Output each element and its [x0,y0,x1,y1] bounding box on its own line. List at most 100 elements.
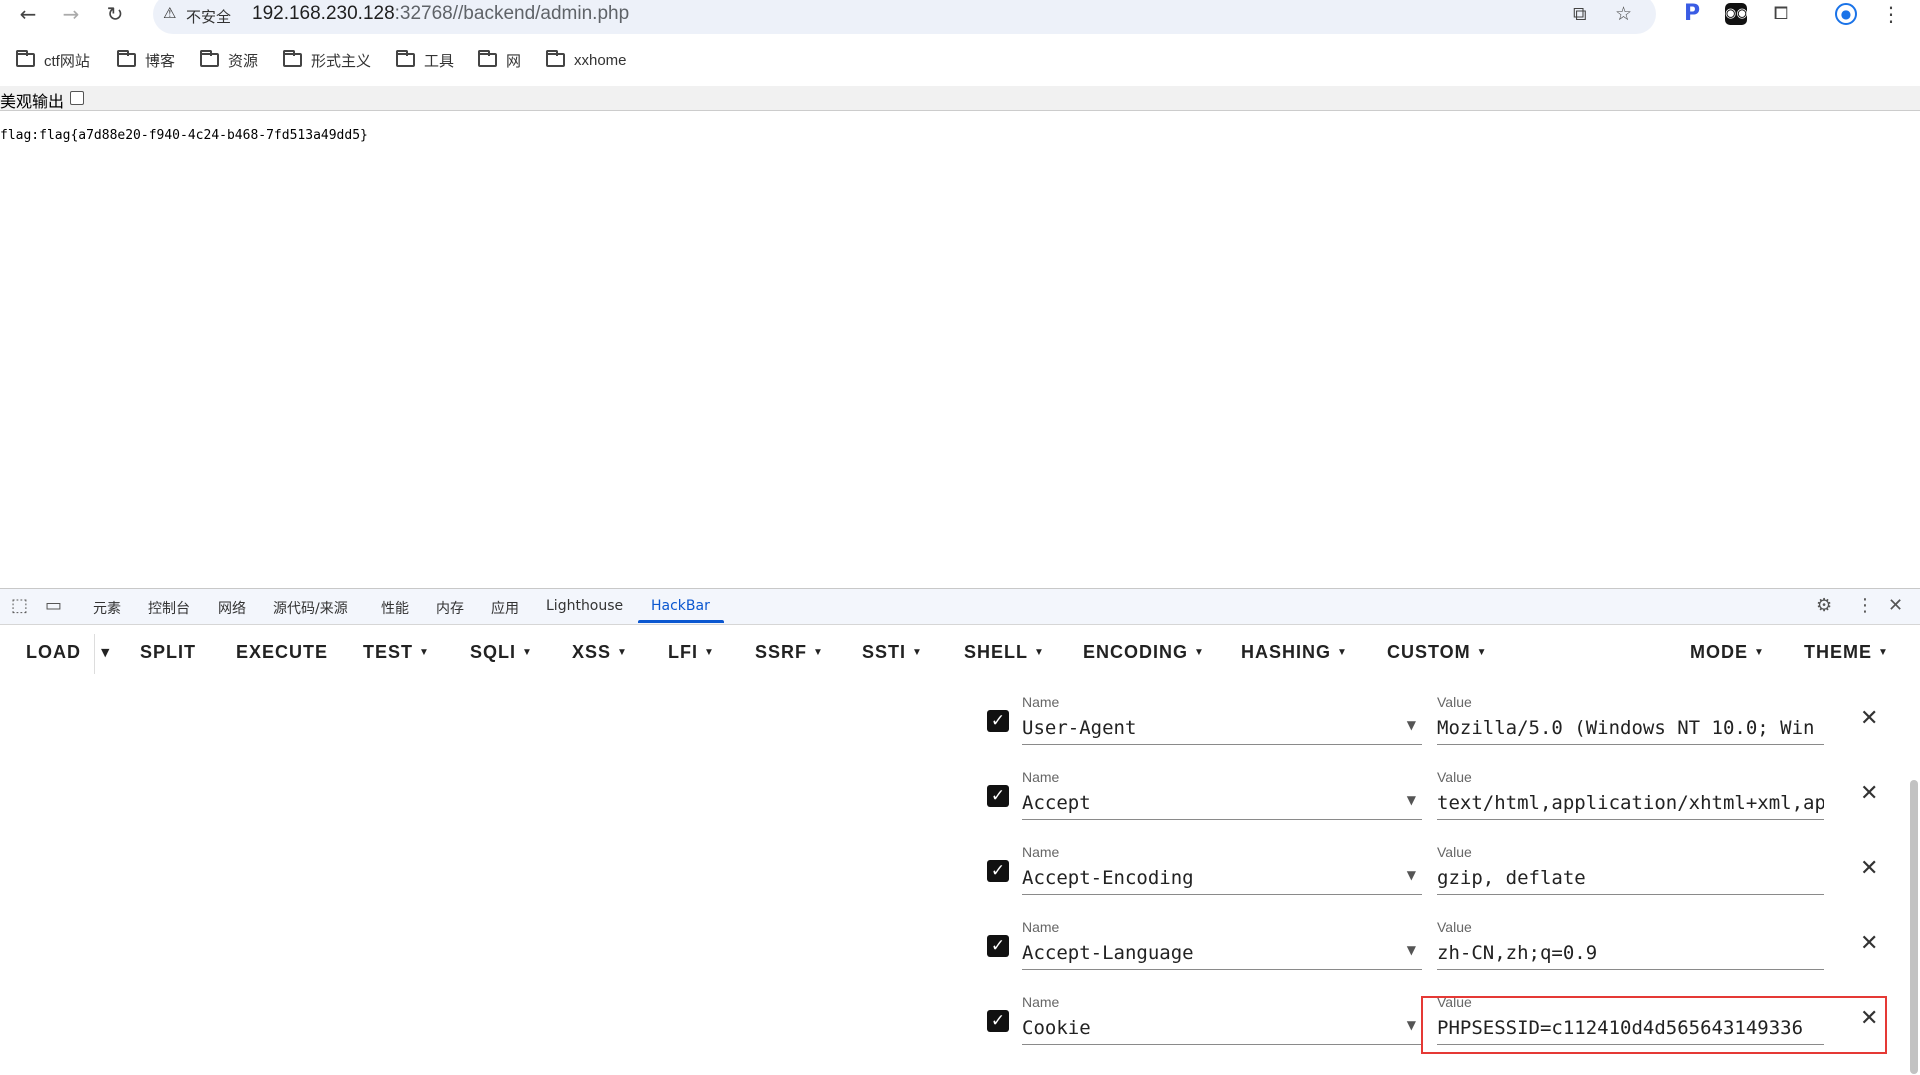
pretty-output-checkbox[interactable] [70,91,84,105]
xss-menu-button[interactable]: XSS ▼ [572,642,628,663]
header-name-value: User-Agent [1022,717,1137,739]
caret-down-icon: ▼ [1034,647,1045,658]
caret-down-icon: ▼ [1194,647,1205,658]
header-name-value: Accept [1022,792,1091,814]
bookmark-folder[interactable]: 博客 [117,49,175,71]
caret-down-icon: ▼ [813,647,824,658]
caret-down-icon: ▼ [1337,647,1348,658]
header-name-value: Accept-Language [1022,942,1194,964]
caret-down-icon: ▼ [1754,647,1765,658]
dropdown-arrow-icon[interactable]: ▼ [1407,793,1416,807]
bookmark-folder[interactable]: 资源 [200,49,258,71]
tab-sources[interactable]: 源代码/来源 [273,598,348,618]
folder-icon [396,50,415,67]
tab-network[interactable]: 网络 [218,598,246,618]
url-text[interactable]: 192.168.230.128:32768//backend/admin.php [252,3,629,25]
profile-icon[interactable]: ● [1835,3,1857,25]
dropdown-arrow-icon[interactable]: ▼ [1407,718,1416,732]
header-enabled-checkbox[interactable]: ✓ [987,935,1009,957]
tab-lighthouse[interactable]: Lighthouse [546,598,623,614]
tab-console[interactable]: 控制台 [148,598,190,618]
bookmark-folder[interactable]: 工具 [396,49,454,71]
mode-menu-button[interactable]: MODE ▼ [1690,642,1765,663]
browser-toolbar: ← → ↻ ⚠ 不安全 192.168.230.128:32768//backe… [0,0,1920,34]
remove-header-icon[interactable]: ✕ [1860,706,1878,731]
tab-application[interactable]: 应用 [491,598,519,618]
hashing-menu-button[interactable]: HASHING ▼ [1241,642,1348,663]
load-button[interactable]: LOAD [26,642,81,663]
security-label[interactable]: 不安全 [186,6,231,27]
back-icon[interactable]: ← [16,2,40,26]
sqli-menu-button[interactable]: SQLI ▼ [470,642,533,663]
bookmark-folder[interactable]: xxhome [546,49,627,71]
encoding-menu-button[interactable]: ENCODING ▼ [1083,642,1205,663]
header-value-field[interactable]: text/html,application/xhtml+xml,ap [1437,785,1824,820]
header-name-field[interactable]: Accept-Encoding ▼ [1022,860,1422,895]
header-row: ✓ Name Accept ▼ Value text/html,applicat… [980,763,1880,833]
devtools-menu-icon[interactable]: ⋮ [1856,595,1874,616]
extensions-puzzle-icon[interactable]: ⧠ [1770,3,1792,25]
header-value-field[interactable]: zh-CN,zh;q=0.9 [1437,935,1824,970]
header-enabled-checkbox[interactable]: ✓ [987,710,1009,732]
ssti-menu-button[interactable]: SSTI ▼ [862,642,923,663]
tab-memory[interactable]: 内存 [436,598,464,618]
name-label: Name [1022,844,1060,860]
hackbar-toolbar: LOAD ▼ SPLIT EXECUTE TEST ▼ SQLI ▼ XSS ▼ LF… [0,626,1920,682]
theme-menu-button[interactable]: THEME ▼ [1804,642,1889,663]
value-label: Value [1437,769,1472,785]
header-value-field[interactable]: Mozilla/5.0 (Windows NT 10.0; Win [1437,710,1824,745]
folder-icon [16,50,35,67]
header-enabled-checkbox[interactable]: ✓ [987,785,1009,807]
output-options-bar: 美观输出 [0,86,1920,111]
remove-header-icon[interactable]: ✕ [1860,856,1878,881]
header-value-field[interactable]: gzip, deflate [1437,860,1824,895]
dropdown-arrow-icon[interactable]: ▼ [1407,943,1416,957]
extension-p-icon[interactable]: P [1681,3,1703,25]
browser-menu-icon[interactable]: ⋮ [1880,3,1902,25]
warning-icon[interactable]: ⚠ [163,4,176,22]
header-name-field[interactable]: Accept-Language ▼ [1022,935,1422,970]
test-menu-button[interactable]: TEST ▼ [363,642,430,663]
tab-hackbar[interactable]: HackBar [651,598,710,614]
name-label: Name [1022,994,1060,1010]
remove-header-icon[interactable]: ✕ [1860,781,1878,806]
tab-elements[interactable]: 元素 [93,598,121,618]
custom-menu-button[interactable]: CUSTOM ▼ [1387,642,1488,663]
reload-icon[interactable]: ↻ [103,2,127,26]
caret-down-icon: ▼ [1878,647,1889,658]
bookmark-folder[interactable]: ctf网站 [16,49,90,71]
cookie-value-highlight [1421,996,1887,1054]
ssrf-menu-button[interactable]: SSRF ▼ [755,642,824,663]
bookmark-folder[interactable]: 形式主义 [283,49,371,71]
bookmark-folder[interactable]: 网 [478,49,521,71]
settings-gear-icon[interactable]: ⚙ [1816,595,1832,616]
extension-mask-icon[interactable]: ◉◉ [1725,3,1748,25]
dropdown-arrow-icon[interactable]: ▼ [1407,1018,1416,1032]
header-value-text: text/html,application/xhtml+xml,ap [1437,792,1824,814]
forward-icon[interactable]: → [59,2,83,26]
tab-performance[interactable]: 性能 [381,598,409,618]
header-name-field[interactable]: Accept ▼ [1022,785,1422,820]
name-label: Name [1022,919,1060,935]
lfi-menu-button[interactable]: LFI ▼ [668,642,715,663]
remove-header-icon[interactable]: ✕ [1860,931,1878,956]
shell-menu-button[interactable]: SHELL ▼ [964,642,1045,663]
header-value-text: Mozilla/5.0 (Windows NT 10.0; Win [1437,717,1815,739]
device-toggle-icon[interactable]: ▭ [45,595,62,616]
address-bar[interactable]: ⚠ 不安全 192.168.230.128:32768//backend/adm… [153,0,1656,34]
dropdown-arrow-icon[interactable]: ▼ [1407,868,1416,882]
execute-button[interactable]: EXECUTE [236,642,328,663]
header-name-field[interactable]: User-Agent ▼ [1022,710,1422,745]
value-label: Value [1437,844,1472,860]
translate-icon[interactable]: ⧉ [1573,3,1587,25]
header-enabled-checkbox[interactable]: ✓ [987,1010,1009,1032]
folder-icon [546,50,565,67]
devtools-scrollbar[interactable] [1910,780,1918,1074]
inspect-element-icon[interactable]: ⬚ [11,595,28,616]
header-name-field[interactable]: Cookie ▼ [1022,1010,1422,1045]
bookmark-star-icon[interactable]: ☆ [1615,3,1632,25]
split-button[interactable]: SPLIT [140,642,196,663]
header-enabled-checkbox[interactable]: ✓ [987,860,1009,882]
close-devtools-icon[interactable]: ✕ [1888,595,1903,616]
load-dropdown-icon[interactable]: ▼ [101,646,109,659]
